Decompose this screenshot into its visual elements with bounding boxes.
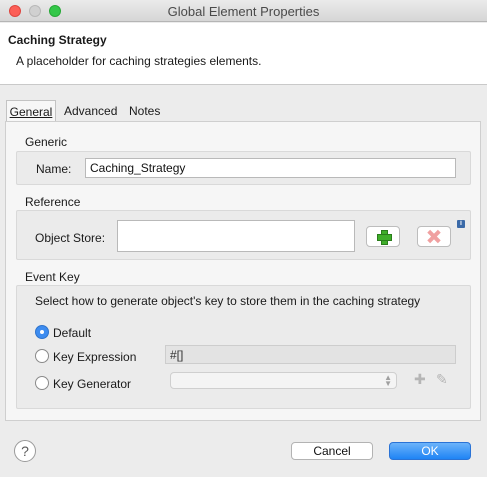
name-field[interactable]	[85, 158, 456, 178]
title-bar: Global Element Properties	[0, 0, 487, 22]
default-radio[interactable]	[35, 325, 49, 339]
key-generator-select: ▲ ▼	[170, 372, 397, 389]
window-title: Global Element Properties	[167, 4, 320, 19]
dialog-title: Caching Strategy	[8, 33, 107, 47]
remove-object-store-button[interactable]	[417, 226, 451, 247]
add-generator-icon: ✚	[414, 371, 426, 387]
add-object-store-button[interactable]	[366, 226, 400, 247]
ok-button[interactable]: OK	[389, 442, 471, 460]
key-generator-radio[interactable]	[35, 376, 49, 390]
help-button[interactable]: ?	[14, 440, 36, 462]
info-icon[interactable]: i	[457, 220, 465, 228]
dialog-description: A placeholder for caching strategies ele…	[16, 54, 262, 68]
general-tab-panel: Generic Name: Reference Object Store: i …	[5, 121, 481, 421]
delete-icon	[428, 230, 441, 243]
event-key-group: Select how to generate object's key to s…	[16, 285, 471, 409]
event-key-group-label: Event Key	[25, 270, 80, 284]
key-expression-radio[interactable]	[35, 349, 49, 363]
cancel-button[interactable]: Cancel	[291, 442, 373, 460]
key-generator-radio-label: Key Generator	[53, 377, 132, 391]
generic-group: Name:	[16, 151, 471, 185]
select-arrows-icon: ▲ ▼	[384, 373, 392, 388]
default-radio-label: Default	[53, 326, 92, 340]
tab-general-label: General	[9, 105, 53, 119]
tab-notes[interactable]: Notes	[129, 100, 160, 121]
tab-advanced[interactable]: Advanced	[64, 100, 117, 121]
edit-generator-icon: ✎	[436, 371, 448, 387]
event-key-description: Select how to generate object's key to s…	[35, 294, 421, 308]
key-expression-field: #[]	[165, 345, 456, 364]
reference-group: Object Store: i	[16, 210, 471, 260]
plus-icon	[377, 230, 392, 245]
dialog-header: Caching Strategy A placeholder for cachi…	[0, 23, 487, 85]
generic-group-label: Generic	[25, 135, 68, 149]
object-store-label: Object Store:	[35, 231, 106, 245]
name-label: Name:	[36, 162, 72, 176]
key-expression-radio-label: Key Expression	[53, 350, 137, 364]
object-store-field[interactable]	[117, 220, 355, 252]
reference-group-label: Reference	[25, 195, 81, 209]
tab-general[interactable]: General	[6, 100, 56, 121]
